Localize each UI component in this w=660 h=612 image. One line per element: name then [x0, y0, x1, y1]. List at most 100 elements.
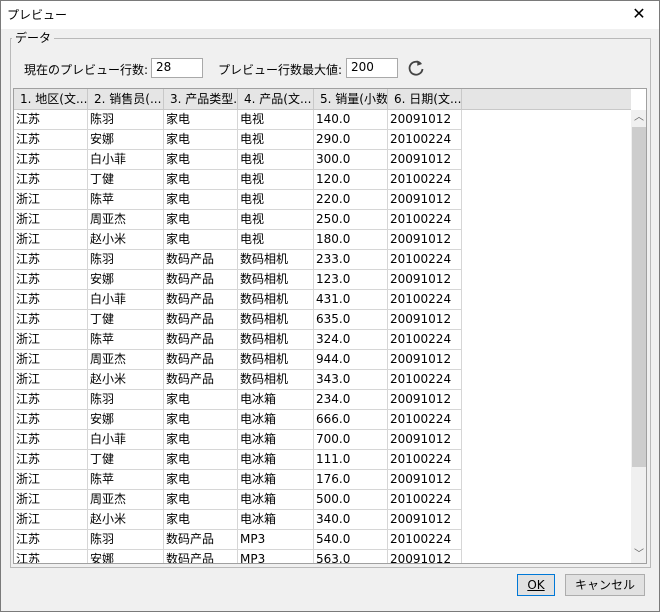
table-cell: 431.0 [314, 290, 388, 310]
table-cell: 陈羽 [88, 530, 164, 550]
table-header: 1. 地区(文... 2. 销售员(... 3. 产品类型... 4. 产品(文...… [14, 89, 631, 110]
cancel-button[interactable]: キャンセル [565, 574, 645, 596]
table-cell: 浙江 [14, 190, 88, 210]
title-bar: プレビュー ✕ [1, 1, 659, 29]
table-row[interactable]: 浙江 周亚杰 数码产品 数码相机 944.0 20091012 [14, 350, 631, 370]
table-cell: 数码产品 [164, 310, 238, 330]
table-cell: 324.0 [314, 330, 388, 350]
column-header-2[interactable]: 2. 销售员(... [88, 89, 164, 109]
table-cell: 浙江 [14, 490, 88, 510]
table-row[interactable]: 江苏 陈羽 家电 电冰箱 234.0 20091012 [14, 390, 631, 410]
table-cell: 20091012 [388, 110, 462, 130]
table-row[interactable]: 江苏 陈羽 数码产品 数码相机 233.0 20100224 [14, 250, 631, 270]
table-cell: 176.0 [314, 470, 388, 490]
table-row[interactable]: 浙江 赵小米 家电 电视 180.0 20091012 [14, 230, 631, 250]
preview-dialog: プレビュー ✕ データ 現在のプレビュー行数: 28 プレビュー行数最大値: 2… [0, 0, 660, 612]
column-header-5[interactable]: 5. 销量(小数) [314, 89, 388, 109]
table-cell: 20100224 [388, 290, 462, 310]
table-cell: 666.0 [314, 410, 388, 430]
table-cell: 丁健 [88, 450, 164, 470]
table-cell: 陈苹 [88, 470, 164, 490]
table-cell: 江苏 [14, 250, 88, 270]
table-cell: 周亚杰 [88, 210, 164, 230]
table-row[interactable]: 江苏 白小菲 数码产品 数码相机 431.0 20100224 [14, 290, 631, 310]
table-cell: 343.0 [314, 370, 388, 390]
ok-button[interactable]: OK [517, 574, 555, 596]
table-row[interactable]: 浙江 陈苹 家电 电冰箱 176.0 20091012 [14, 470, 631, 490]
column-header-4[interactable]: 4. 产品(文... [238, 89, 314, 109]
table-cell: 563.0 [314, 550, 388, 563]
table-row[interactable]: 江苏 陈羽 家电 电视 140.0 20091012 [14, 110, 631, 130]
table-row[interactable]: 浙江 周亚杰 家电 电冰箱 500.0 20100224 [14, 490, 631, 510]
table-cell: 家电 [164, 450, 238, 470]
refresh-icon[interactable] [406, 58, 426, 78]
table-cell: 20100224 [388, 410, 462, 430]
table-cell: 20091012 [388, 550, 462, 563]
table-row[interactable]: 江苏 丁健 数码产品 数码相机 635.0 20091012 [14, 310, 631, 330]
close-icon[interactable]: ✕ [625, 3, 653, 27]
table-cell: 111.0 [314, 450, 388, 470]
table-cell: 电冰箱 [238, 390, 314, 410]
table-cell: 20091012 [388, 430, 462, 450]
table-cell: 电冰箱 [238, 430, 314, 450]
table-cell: 数码产品 [164, 250, 238, 270]
table-body: 江苏 陈羽 家电 电视 140.0 20091012 江苏 安娜 家电 电视 290.0 201002… [14, 110, 631, 563]
table-cell: 140.0 [314, 110, 388, 130]
table-cell: 数码产品 [164, 270, 238, 290]
table-row[interactable]: 江苏 白小菲 家电 电冰箱 700.0 20091012 [14, 430, 631, 450]
column-header-6[interactable]: 6. 日期(文... [388, 89, 462, 109]
table-row[interactable]: 浙江 赵小米 数码产品 数码相机 343.0 20100224 [14, 370, 631, 390]
table-cell: 340.0 [314, 510, 388, 530]
table-row[interactable]: 江苏 安娜 家电 电冰箱 666.0 20100224 [14, 410, 631, 430]
max-rows-field[interactable]: 200 [346, 58, 398, 78]
table-cell: 家电 [164, 230, 238, 250]
current-rows-field[interactable]: 28 [151, 58, 203, 78]
table-cell: 180.0 [314, 230, 388, 250]
table-row[interactable]: 浙江 陈苹 家电 电视 220.0 20091012 [14, 190, 631, 210]
table-row[interactable]: 江苏 安娜 数码产品 MP3 563.0 20091012 [14, 550, 631, 563]
scroll-down-icon[interactable]: ﹀ [631, 547, 646, 563]
table-cell: 家电 [164, 390, 238, 410]
table-row[interactable]: 浙江 陈苹 数码产品 数码相机 324.0 20100224 [14, 330, 631, 350]
table-row[interactable]: 浙江 周亚杰 家电 电视 250.0 20100224 [14, 210, 631, 230]
table-cell: 20091012 [388, 190, 462, 210]
table-cell: 250.0 [314, 210, 388, 230]
table-row[interactable]: 江苏 安娜 家电 电视 290.0 20100224 [14, 130, 631, 150]
table-cell: 20100224 [388, 250, 462, 270]
table-cell: 白小菲 [88, 150, 164, 170]
table-cell: 江苏 [14, 390, 88, 410]
table-cell: 江苏 [14, 170, 88, 190]
table-cell: 20091012 [388, 230, 462, 250]
table-cell: 20091012 [388, 390, 462, 410]
table-cell: 安娜 [88, 410, 164, 430]
vertical-scrollbar[interactable]: ︿ ﹀ [631, 110, 646, 563]
table-cell: 数码产品 [164, 550, 238, 563]
scroll-up-icon[interactable]: ︿ [631, 110, 646, 126]
table-cell: 家电 [164, 410, 238, 430]
table-cell: 944.0 [314, 350, 388, 370]
column-header-3[interactable]: 3. 产品类型... [164, 89, 238, 109]
table-cell: 赵小米 [88, 230, 164, 250]
scroll-thumb[interactable] [632, 127, 646, 467]
table-cell: 江苏 [14, 270, 88, 290]
table-row[interactable]: 江苏 安娜 数码产品 数码相机 123.0 20091012 [14, 270, 631, 290]
table-cell: 江苏 [14, 290, 88, 310]
table-cell: 陈羽 [88, 250, 164, 270]
table-row[interactable]: 江苏 丁健 家电 电视 120.0 20100224 [14, 170, 631, 190]
table-cell: 数码产品 [164, 290, 238, 310]
table-row[interactable]: 浙江 赵小米 家电 电冰箱 340.0 20091012 [14, 510, 631, 530]
table-cell: 500.0 [314, 490, 388, 510]
table-cell: 陈羽 [88, 390, 164, 410]
table-row[interactable]: 江苏 丁健 家电 电冰箱 111.0 20100224 [14, 450, 631, 470]
table-cell: 数码产品 [164, 350, 238, 370]
table-cell: 数码相机 [238, 290, 314, 310]
column-header-1[interactable]: 1. 地区(文... [14, 89, 88, 109]
table-cell: 20100224 [388, 370, 462, 390]
table-cell: 20100224 [388, 130, 462, 150]
table-cell: 700.0 [314, 430, 388, 450]
table-row[interactable]: 江苏 陈羽 数码产品 MP3 540.0 20100224 [14, 530, 631, 550]
table-cell: 电冰箱 [238, 470, 314, 490]
table-cell: 电冰箱 [238, 410, 314, 430]
max-rows-label: プレビュー行数最大値: [218, 63, 343, 77]
table-row[interactable]: 江苏 白小菲 家电 电视 300.0 20091012 [14, 150, 631, 170]
